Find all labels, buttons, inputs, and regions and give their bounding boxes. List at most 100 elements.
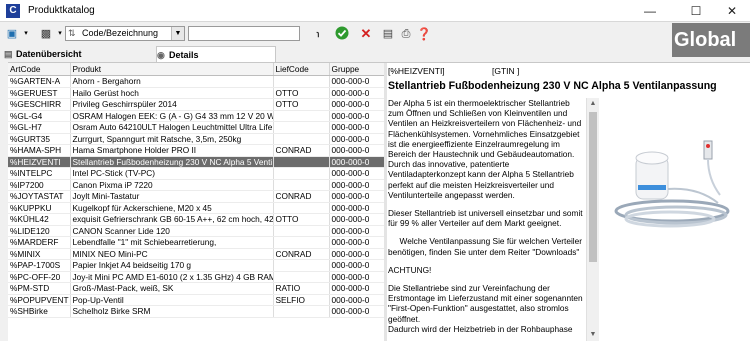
cell-produkt: Kugelkopf für Ackerschiene, M20 x 45: [70, 202, 274, 214]
cell-gruppe: 000-000-0: [329, 133, 384, 145]
tab-datenuebersicht[interactable]: ▤ Datenübersicht: [4, 46, 154, 62]
cell-artcode: %PM-STD: [8, 282, 71, 295]
cell-liefcode: [273, 179, 330, 191]
table-row[interactable]: %GL-H7 Osram Auto 64210ULT Halogen Leucht…: [8, 121, 384, 134]
clipboard-icon[interactable]: ▤: [380, 26, 396, 42]
table-icon: ▤: [4, 49, 13, 59]
table-row[interactable]: %JOYTASTAT Joylt Mini-Tastatur CONRAD 000-0…: [8, 190, 384, 203]
table-row[interactable]: %PM-STD Groß-/Mast-Pack, weiß, SK RATIO 000…: [8, 282, 384, 295]
printer-icon[interactable]: ⎙: [398, 26, 414, 42]
details-icon: ◉: [157, 50, 165, 60]
table-row[interactable]: %HEIZVENTI Stellantrieb Fußbodenheizung 2…: [8, 156, 384, 168]
table-row[interactable]: %SHBirke Schelholz Birke SRM 000-000-0: [8, 305, 384, 318]
cell-liefcode: CONRAD: [273, 248, 330, 260]
delete-icon[interactable]: ✕: [358, 26, 374, 42]
minimize-button[interactable]: —: [630, 0, 670, 22]
cell-liefcode: OTTO: [273, 87, 330, 99]
cell-gruppe: 000-000-0: [329, 294, 384, 306]
cell-produkt: Ahorn - Bergahorn: [70, 75, 274, 88]
cell-gruppe: 000-000-0: [329, 167, 384, 180]
search-field-combo[interactable]: ⇅ Code/Bezeichnung ▼: [65, 26, 185, 41]
cell-produkt: Groß-/Mast-Pack, weiß, SK: [70, 282, 274, 295]
cell-liefcode: RATIO: [273, 282, 330, 295]
cell-liefcode: CONRAD: [273, 144, 330, 157]
cell-gruppe: 000-000-0: [329, 87, 384, 99]
cell-artcode: %IP7200: [8, 179, 71, 191]
column-header-produkt[interactable]: Produkt: [70, 63, 274, 76]
cell-produkt: Pop-Up-Ventil: [70, 294, 274, 306]
cell-produkt: MINIX NEO Mini-PC: [70, 248, 274, 260]
search-field-combo-value: Code/Bezeichnung: [82, 28, 159, 38]
cell-produkt: Schelholz Birke SRM: [70, 305, 274, 318]
description-paragraph: Welche Ventilanpassung Sie für welchen V…: [388, 236, 583, 257]
cell-artcode: %POPUPVENT: [8, 294, 71, 306]
cell-artcode: %LIDE120: [8, 225, 71, 237]
table-header-row: ArtCode Produkt LiefCode Gruppe: [8, 63, 384, 76]
splitter[interactable]: [384, 63, 387, 341]
table-row[interactable]: %MARDERF Lebendfalle "1" mit Schiebearret…: [8, 236, 384, 249]
help-icon[interactable]: ❓: [416, 26, 432, 42]
table-row[interactable]: %HAMA-SPH Hama Smartphone Holder PRO II CO…: [8, 144, 384, 157]
cell-artcode: %HAMA-SPH: [8, 144, 71, 157]
cell-artcode: %GERUEST: [8, 87, 71, 99]
cell-liefcode: [273, 236, 330, 249]
dropdown-arrow-icon[interactable]: ▾: [18, 26, 34, 42]
window-title: Produktkatalog: [28, 5, 95, 16]
cell-liefcode: [273, 225, 330, 237]
detail-gtin: [GTIN ]: [492, 66, 520, 76]
search-input[interactable]: [188, 26, 300, 41]
cell-artcode: %HEIZVENTI: [8, 156, 71, 168]
table-row[interactable]: %POPUPVENT Pop-Up-Ventil SELFIO 000-000-0: [8, 294, 384, 306]
detail-description[interactable]: Der Alpha 5 ist ein thermoelektrischer S…: [388, 98, 584, 341]
app-icon: C: [6, 4, 20, 18]
find-icon[interactable]: ℩: [310, 26, 326, 42]
cell-artcode: %INTELPC: [8, 167, 71, 180]
table-row[interactable]: %GURT35 Zurrgurt, Spanngurt mit Ratsche, …: [8, 133, 384, 145]
scroll-up-icon[interactable]: ▲: [587, 98, 599, 110]
cell-gruppe: 000-000-0: [329, 236, 384, 249]
table-row[interactable]: %KUPPKU Kugelkopf für Ackerschiene, M20 x…: [8, 202, 384, 214]
table-row[interactable]: %PC-OFF-20 Joy-it Mini PC AMD E1-6010 (2 …: [8, 271, 384, 283]
close-button[interactable]: ✕: [712, 0, 750, 22]
table-row[interactable]: %LIDE120 CANON Scanner Lide 120 000-000-0: [8, 225, 384, 237]
cell-produkt: CANON Scanner Lide 120: [70, 225, 274, 237]
cell-produkt: Hailo Gerüst hoch: [70, 87, 274, 99]
column-header-liefcode[interactable]: LiefCode: [273, 63, 330, 76]
table-row[interactable]: %PAP-1700S Papier Inkjet A4 beidseitig 17…: [8, 259, 384, 272]
description-paragraph: ACHTUNG!: [388, 264, 432, 275]
column-header-artcode[interactable]: ArtCode: [8, 63, 71, 76]
chevron-down-icon[interactable]: ▼: [171, 27, 184, 40]
cell-gruppe: 000-000-0: [329, 282, 384, 295]
table-row[interactable]: %INTELPC Intel PC-Stick (TV-PC) 000-000-0: [8, 167, 384, 180]
table-row[interactable]: %GL-G4 OSRAM Halogen EEK: G (A - G) G4 33…: [8, 110, 384, 122]
cell-produkt: Zurrgurt, Spanngurt mit Ratsche, 3,5m, 2…: [70, 133, 274, 145]
description-scrollbar[interactable]: ▲ ▼: [586, 98, 599, 341]
cell-artcode: %GL-G4: [8, 110, 71, 122]
description-paragraph: Der Alpha 5 ist ein thermoelektrischer S…: [388, 98, 582, 200]
confirm-icon[interactable]: [334, 26, 350, 42]
table-row[interactable]: %IP7200 Canon Pixma iP 7220 000-000-0: [8, 179, 384, 191]
cell-gruppe: 000-000-0: [329, 156, 384, 168]
cell-liefcode: [273, 121, 330, 134]
scrollbar-thumb[interactable]: [589, 112, 597, 262]
cell-artcode: %KUPPKU: [8, 202, 71, 214]
cell-liefcode: [273, 271, 330, 283]
detail-title: Stellantrieb Fußbodenheizung 230 V NC Al…: [388, 80, 717, 92]
cell-produkt: Hama Smartphone Holder PRO II: [70, 144, 274, 157]
table-row[interactable]: %KÜHL42 exquisit Gefrierschrank GB 60-15 …: [8, 213, 384, 226]
table-row[interactable]: %GARTEN-A Ahorn - Bergahorn 000-000-0: [8, 75, 384, 88]
table-row[interactable]: %GESCHIRR Privileg Geschirrspüler 2014 OTT…: [8, 98, 384, 111]
maximize-button[interactable]: ☐: [676, 0, 716, 22]
cell-artcode: %SHBirke: [8, 305, 71, 318]
table-row[interactable]: %MINIX MINIX NEO Mini-PC CONRAD 000-000-0: [8, 248, 384, 260]
column-header-gruppe[interactable]: Gruppe: [329, 63, 384, 76]
table-row[interactable]: %GERUEST Hailo Gerüst hoch OTTO 000-000-0: [8, 87, 384, 99]
cell-liefcode: OTTO: [273, 213, 330, 226]
description-paragraph: Die Stellantriebe sind zur Vereinfachung…: [388, 283, 583, 334]
product-grid[interactable]: ArtCode Produkt LiefCode Gruppe %GARTEN-…: [8, 63, 384, 341]
cell-produkt: exquisit Gefrierschrank GB 60-15 A++, 62…: [70, 213, 274, 226]
search-field-icon: ⇅: [68, 28, 76, 38]
tab-label: Datenübersicht: [16, 49, 82, 59]
tab-details[interactable]: ◉ Details: [156, 46, 276, 62]
scroll-down-icon[interactable]: ▼: [587, 329, 599, 341]
